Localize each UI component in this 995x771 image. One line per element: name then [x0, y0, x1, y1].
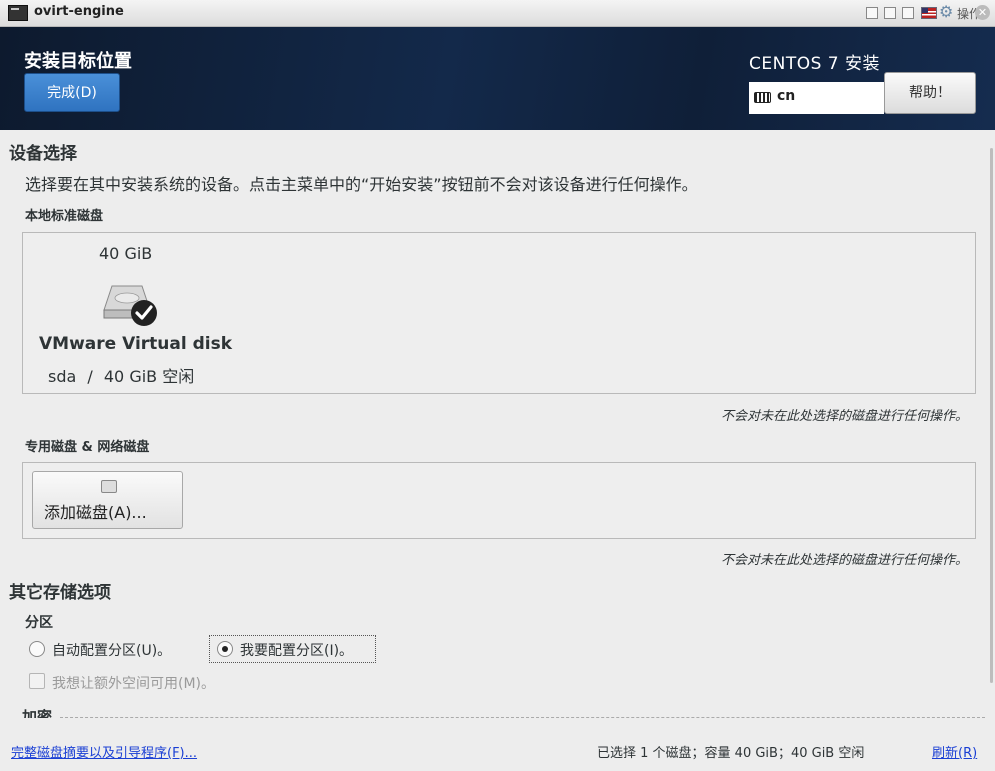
restore-button[interactable] [866, 7, 878, 19]
selection-status: 已选择 1 个磁盘；容量 40 GiB；40 GiB 空闲 [597, 746, 865, 761]
add-disk-label: 添加磁盘(A)... [44, 503, 147, 522]
maximize-button[interactable] [902, 7, 914, 19]
keyboard-layout-label: cn [777, 88, 796, 104]
footer-bar: 完整磁盘摘要以及引导程序(F)... 已选择 1 个磁盘；容量 40 GiB；4… [0, 724, 995, 771]
encryption-title: 加密 [22, 708, 53, 718]
help-button[interactable]: 帮助！ [884, 72, 976, 114]
gear-icon[interactable]: ⚙ [939, 4, 953, 20]
specialized-disks-title: 专用磁盘 & 网络磁盘 [25, 440, 150, 455]
encryption-section-clip: 加密 [0, 700, 995, 718]
minimize-button[interactable] [884, 7, 896, 19]
done-button[interactable]: 完成(D) [24, 73, 120, 112]
terminal-app-icon [8, 5, 28, 21]
extra-space-label: 我想让额外空间可用(M)。 [52, 676, 216, 692]
product-title: CENTOS 7 安装 [749, 54, 881, 74]
partitioning-title: 分区 [25, 615, 53, 631]
scroll-divider [60, 717, 985, 718]
disk-detail: sda / 40 GiB 空闲 [48, 363, 194, 387]
manual-partition-label[interactable]: 我要配置分区(I)。 [240, 640, 353, 660]
manual-partition-radio[interactable] [217, 641, 233, 657]
disk-name: VMware Virtual disk [39, 334, 233, 354]
other-storage-title: 其它存储选项 [9, 583, 111, 603]
page-title: 安装目标位置 [24, 51, 132, 72]
disk-size: 40 GiB [99, 244, 153, 263]
refresh-link[interactable]: 刷新(R) [932, 742, 977, 761]
installer-header: 安装目标位置 完成(D) CENTOS 7 安装 cn 帮助！ [0, 27, 995, 130]
disk-detail-separator: / [87, 367, 93, 386]
local-disks-title: 本地标准磁盘 [25, 209, 104, 224]
device-selection-title: 设备选择 [9, 144, 77, 164]
auto-partition-label[interactable]: 自动配置分区(U)。 [52, 640, 171, 660]
device-selection-description: 选择要在其中安装系统的设备。点击主菜单中的“开始安装”按钮前不会对该设备进行任何… [25, 175, 698, 194]
vertical-scrollbar[interactable] [990, 148, 993, 683]
close-icon[interactable]: ✕ [975, 5, 990, 20]
keyboard-layout-indicator[interactable]: cn [749, 82, 884, 114]
window-title: ovirt-engine [34, 4, 124, 19]
disk-free: 40 GiB 空闲 [103, 367, 195, 386]
window-titlebar: ovirt-engine ⚙ 操作 ✕ [0, 0, 995, 27]
disk-device: sda [48, 367, 77, 386]
auto-partition-radio[interactable] [29, 641, 45, 657]
keyboard-icon [754, 92, 771, 103]
local-disks-note: 不会对未在此处选择的磁盘进行任何操作。 [720, 409, 968, 424]
flag-icon [921, 7, 937, 19]
radio-selected-dot [222, 646, 228, 652]
add-disk-button[interactable]: 添加磁盘(A)... [32, 471, 183, 529]
hard-disk-selected-icon [103, 285, 157, 326]
specialized-disks-note: 不会对未在此处选择的磁盘进行任何操作。 [720, 553, 968, 568]
add-disk-icon [101, 480, 117, 493]
extra-space-checkbox[interactable] [29, 673, 45, 689]
disk-summary-link[interactable]: 完整磁盘摘要以及引导程序(F)... [11, 742, 197, 761]
